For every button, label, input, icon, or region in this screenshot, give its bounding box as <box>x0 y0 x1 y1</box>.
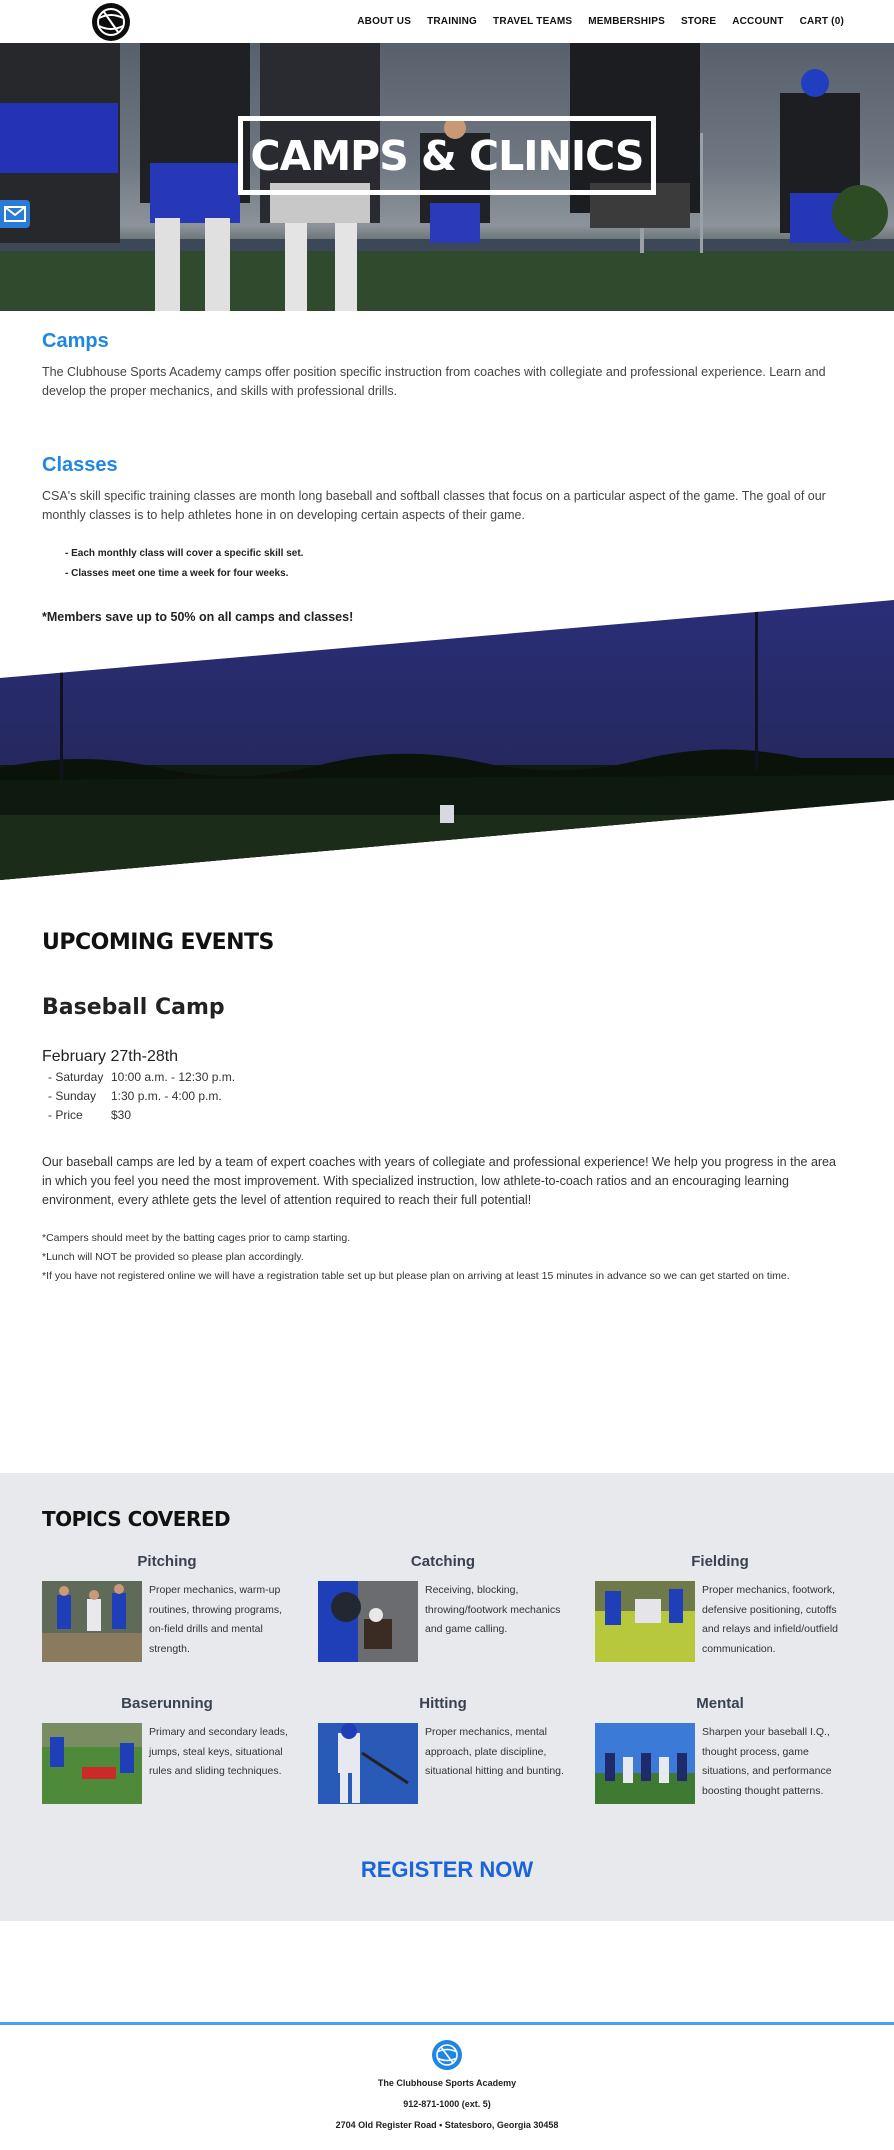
page-title: CAMPS & CLINICS <box>250 131 645 180</box>
topic-description: Primary and secondary leads, jumps, stea… <box>149 1726 288 1777</box>
hero-title-box: CAMPS & CLINICS <box>238 116 656 195</box>
topic-description: Proper mechanics, mental approach, plate… <box>425 1726 564 1777</box>
nav-item-cart[interactable]: CART (0) <box>800 16 844 27</box>
camp-notes: *Campers should meet by the batting cage… <box>42 1229 790 1286</box>
nav-item-travel-teams[interactable]: TRAVEL TEAMS <box>493 16 572 27</box>
upcoming-events-heading: UPCOMING EVENTS <box>42 930 274 955</box>
nav-item-about-us[interactable]: ABOUT US <box>357 16 411 27</box>
schedule-label: - Price <box>48 1108 83 1122</box>
night-field-image <box>0 600 894 880</box>
footer-address: 2704 Old Register Road • Statesboro, Geo… <box>335 2120 559 2130</box>
list-item: - Classes meet one time a week for four … <box>65 568 289 579</box>
topic-title: Catching <box>410 1553 476 1570</box>
topic-image <box>318 1581 418 1662</box>
topics-section: TOPICS COVERED Pitching Proper mechanics… <box>0 1473 894 1921</box>
note-item: *If you have not registered online we wi… <box>42 1270 790 1282</box>
topic-image <box>595 1723 695 1804</box>
topic-mental: Mental Sharpen your baseball I.Q., thoug… <box>595 1695 845 1804</box>
site-logo-icon[interactable] <box>92 3 130 41</box>
schedule-value: 10:00 a.m. - 12:30 p.m. <box>111 1070 236 1084</box>
topic-pitching: Pitching Proper mechanics, warm-up routi… <box>42 1553 292 1662</box>
topic-baserunning: Baserunning Primary and secondary leads,… <box>42 1695 292 1804</box>
nav-item-memberships[interactable]: MEMBERSHIPS <box>588 16 665 27</box>
classes-heading: Classes <box>42 454 118 476</box>
topic-description: Proper mechanics, warm-up routines, thro… <box>149 1584 283 1655</box>
camp-schedule: - Saturday 10:00 a.m. - 12:30 p.m. - Sund… <box>48 1068 235 1125</box>
footer-logo-icon <box>432 2040 462 2070</box>
topic-fielding: Fielding Proper mechanics, footwork, def… <box>595 1553 845 1662</box>
nav-menu: ABOUT US TRAINING TRAVEL TEAMS MEMBERSHI… <box>357 0 844 43</box>
camps-description: The Clubhouse Sports Academy camps offer… <box>42 365 826 398</box>
classes-bullet-list: - Each monthly class will cover a specif… <box>65 544 303 584</box>
camp-description: Our baseball camps are led by a team of … <box>42 1155 836 1207</box>
top-navigation: ABOUT US TRAINING TRAVEL TEAMS MEMBERSHI… <box>0 0 894 43</box>
topic-title: Baserunning <box>121 1695 213 1712</box>
note-item: *Lunch will NOT be provided so please pl… <box>42 1251 304 1263</box>
schedule-label: - Sunday <box>48 1089 97 1103</box>
nav-item-account[interactable]: ACCOUNT <box>732 16 783 27</box>
schedule-row: - Saturday 10:00 a.m. - 12:30 p.m. <box>48 1068 235 1087</box>
topic-description: Proper mechanics, footwork, defensive po… <box>702 1584 839 1655</box>
topics-heading: TOPICS COVERED <box>42 1507 231 1531</box>
topic-catching: Catching Receiving, blocking, throwing/f… <box>318 1553 568 1662</box>
topic-description: Receiving, blocking, throwing/footwork m… <box>425 1584 561 1635</box>
nav-item-store[interactable]: STORE <box>681 16 716 27</box>
topic-description: Sharpen your baseball I.Q., thought proc… <box>702 1726 832 1797</box>
members-savings-note: *Members save up to 50% on all camps and… <box>42 610 354 624</box>
camp-title: Baseball Camp <box>42 995 225 1020</box>
topic-image <box>318 1723 418 1804</box>
topic-image <box>42 1723 142 1804</box>
camp-date: February 27th-28th <box>42 1048 179 1065</box>
schedule-value: $30 <box>111 1108 132 1122</box>
topic-title: Hitting <box>419 1695 467 1712</box>
schedule-row: - Sunday 1:30 p.m. - 4:00 p.m. <box>48 1087 235 1106</box>
note-item: *Campers should meet by the batting cage… <box>42 1232 351 1244</box>
list-item: - Each monthly class will cover a specif… <box>65 548 304 559</box>
schedule-value: 1:30 p.m. - 4:00 p.m. <box>111 1089 222 1103</box>
hero-banner: CAMPS & CLINICS <box>0 43 894 311</box>
topic-title: Mental <box>696 1695 744 1712</box>
register-now-button[interactable]: REGISTER NOW <box>0 1857 894 1883</box>
mail-icon[interactable] <box>0 200 30 228</box>
schedule-label: - Saturday <box>48 1070 104 1084</box>
camps-heading: Camps <box>42 330 109 352</box>
footer-divider <box>0 2022 894 2025</box>
topic-title: Fielding <box>691 1553 749 1570</box>
topic-image <box>595 1581 695 1662</box>
topic-hitting: Hitting Proper mechanics, mental approac… <box>318 1695 568 1804</box>
topic-image <box>42 1581 142 1662</box>
schedule-row: - Price $30 <box>48 1106 235 1125</box>
classes-description: CSA's skill specific training classes ar… <box>42 489 826 522</box>
topic-title: Pitching <box>137 1553 197 1570</box>
footer-company-name: The Clubhouse Sports Academy <box>377 2078 517 2088</box>
footer-phone: 912-871-1000 (ext. 5) <box>403 2099 491 2109</box>
nav-item-training[interactable]: TRAINING <box>427 16 477 27</box>
